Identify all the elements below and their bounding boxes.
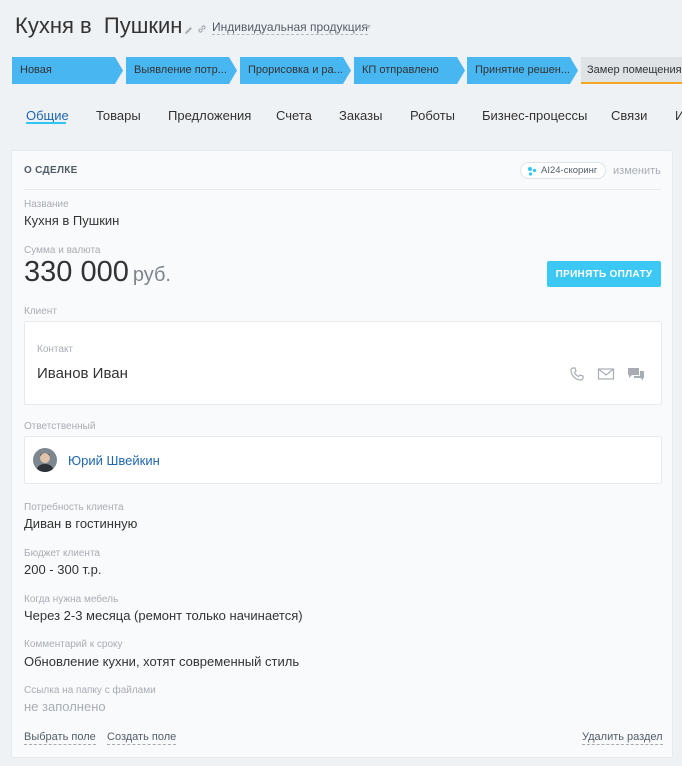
accept-payment-button[interactable]: ПРИНЯТЬ ОПЛАТУ [547, 261, 661, 287]
ai-badge-label: AI24-скоринг [541, 165, 598, 176]
tab-links[interactable]: Связи [611, 108, 647, 123]
ai-icon [528, 167, 537, 176]
when-label: Когда нужна мебель [24, 594, 119, 605]
contact-name[interactable]: Иванов Иван [37, 365, 128, 382]
budget-value: 200 - 300 т.р. [24, 562, 102, 577]
mail-icon[interactable] [597, 366, 615, 387]
avatar[interactable] [33, 448, 57, 472]
category-selector[interactable]: Индивидуальная продукция [212, 20, 368, 35]
tab-proposals[interactable]: Предложения [168, 108, 251, 123]
deal-section-card: О СДЕЛКЕ AI24-скоринг изменить Название … [11, 150, 673, 758]
comment-value: Обновление кухни, хотят современный стил… [24, 654, 300, 669]
stage-decision[interactable]: Принятие решен... [467, 57, 578, 84]
pencil-icon[interactable] [184, 22, 193, 40]
contact-actions [569, 366, 649, 382]
need-value: Диван в гостинную [24, 516, 138, 531]
name-label: Название [24, 199, 69, 210]
when-value: Через 2-3 месяца (ремонт только начинает… [24, 608, 303, 623]
stage-label: Замер помещения [587, 64, 682, 76]
delete-section-link[interactable]: Удалить раздел [582, 731, 663, 745]
responsible-name-link[interactable]: Юрий Швейкин [68, 453, 160, 468]
ai-scoring-badge[interactable]: AI24-скоринг [520, 162, 607, 179]
stage-drawing[interactable]: Прорисовка и ра... [240, 57, 351, 84]
change-link[interactable]: изменить [613, 165, 661, 177]
tab-products[interactable]: Товары [96, 108, 141, 123]
deal-title: Кухня в Пушкин [15, 13, 183, 38]
tab-more[interactable]: И [675, 108, 682, 123]
stage-label: Выявление потр... [134, 64, 227, 76]
client-label: Клиент [24, 306, 57, 317]
create-field-link[interactable]: Создать поле [107, 731, 177, 745]
sum-amount: 330 000 [24, 256, 129, 288]
stage-new[interactable]: Новая [12, 57, 123, 84]
sum-value: 330 000 руб. [24, 256, 171, 289]
deal-header: Кухня в Пушкин Индивидуальная продукция [0, 0, 682, 50]
name-value: Кухня в Пушкин [24, 213, 120, 228]
comment-label: Комментарий к сроку [24, 639, 123, 650]
chat-icon[interactable] [627, 366, 645, 387]
stage-label: Новая [20, 64, 52, 76]
stage-label: КП отправлено [362, 64, 439, 76]
folder-label: Ссылка на папку с файлами [24, 685, 156, 696]
stage-bar: Новая Выявление потр... Прорисовка и ра.… [12, 57, 682, 84]
sum-label: Сумма и валюта [24, 245, 101, 256]
link-icon[interactable] [197, 21, 207, 39]
phone-icon[interactable] [569, 366, 585, 387]
tab-bar: Общие Товары Предложения Счета Заказы Ро… [0, 100, 682, 132]
stage-offer-sent[interactable]: КП отправлено [354, 57, 465, 84]
contact-box: Контакт Иванов Иван [24, 321, 662, 405]
stage-label: Прорисовка и ра... [248, 64, 343, 76]
active-tab-indicator [26, 122, 66, 124]
select-field-link[interactable]: Выбрать поле [24, 731, 96, 745]
tab-business-processes[interactable]: Бизнес-процессы [482, 108, 587, 123]
responsible-box: Юрий Швейкин [24, 436, 662, 484]
tab-general[interactable]: Общие [26, 108, 69, 123]
chevron-down-icon[interactable] [365, 25, 371, 29]
folder-value: не заполнено [24, 699, 106, 714]
contact-label: Контакт [37, 344, 74, 355]
tab-invoices[interactable]: Счета [276, 108, 312, 123]
currency: руб. [132, 264, 171, 286]
section-title: О СДЕЛКЕ [24, 165, 78, 176]
need-label: Потребность клиента [24, 502, 124, 513]
budget-label: Бюджет клиента [24, 548, 100, 559]
stage-needs[interactable]: Выявление потр... [126, 57, 237, 84]
stage-measurement[interactable]: Замер помещения [581, 57, 682, 84]
responsible-label: Ответственный [24, 421, 96, 432]
stage-label: Принятие решен... [475, 64, 570, 76]
tab-robots[interactable]: Роботы [410, 108, 455, 123]
tab-orders[interactable]: Заказы [339, 108, 382, 123]
divider [24, 189, 661, 190]
